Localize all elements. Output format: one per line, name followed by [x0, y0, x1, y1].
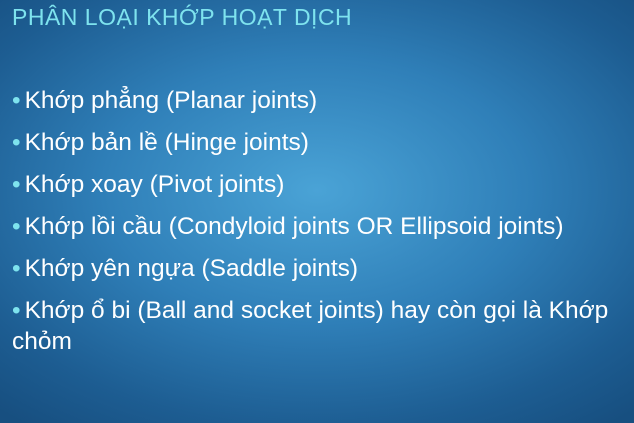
bullet-text: Khớp ổ bi (Ball and socket joints) hay c…	[12, 297, 609, 355]
bullet-marker: •	[12, 213, 21, 240]
bullet-item-ball-socket: • Khớp ổ bi (Ball and socket joints) hay …	[12, 295, 627, 357]
bullet-marker: •	[12, 171, 21, 198]
bullet-item-condyloid: • Khớp lồi cầu (Condyloid joints OR Ellip…	[12, 211, 627, 242]
bullet-text: Khớp bản lề (Hinge joints)	[24, 129, 309, 156]
bullet-marker: •	[12, 129, 21, 156]
bullet-item-planar: • Khớp phẳng (Planar joints)	[12, 85, 627, 116]
bullet-item-saddle: • Khớp yên ngựa (Saddle joints)	[12, 253, 627, 284]
bullet-item-pivot: • Khớp xoay (Pivot joints)	[12, 169, 627, 200]
bullet-marker: •	[12, 297, 21, 324]
bullet-marker: •	[12, 87, 21, 114]
bullet-text: Khớp lồi cầu (Condyloid joints OR Ellips…	[24, 213, 564, 240]
slide: PHÂN LOẠI KHỚP HOẠT DỊCH • Khớp phẳng (Pl…	[0, 0, 634, 423]
bullet-marker: •	[12, 255, 21, 282]
slide-title: PHÂN LOẠI KHỚP HOẠT DỊCH	[12, 4, 353, 30]
bullet-list: • Khớp phẳng (Planar joints) • Khớp bản lề…	[12, 85, 627, 368]
bullet-text: Khớp yên ngựa (Saddle joints)	[24, 255, 359, 282]
bullet-text: Khớp phẳng (Planar joints)	[24, 87, 318, 114]
bullet-text: Khớp xoay (Pivot joints)	[24, 171, 285, 198]
bullet-item-hinge: • Khớp bản lề (Hinge joints)	[12, 127, 627, 158]
